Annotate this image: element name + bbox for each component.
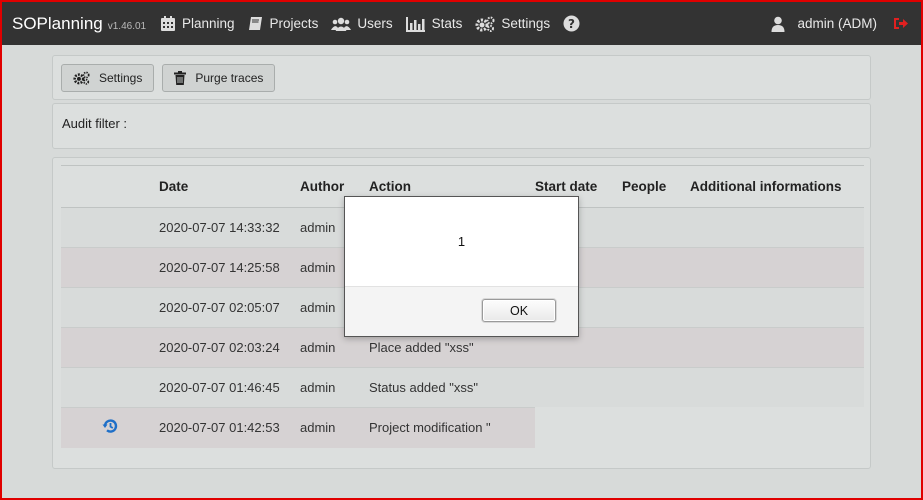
row-icon-cell: [61, 407, 159, 448]
row-date: 2020-07-07 14:33:32: [159, 207, 300, 248]
row-icon-cell: [61, 367, 159, 408]
nav-label-settings: Settings: [501, 16, 551, 31]
table-row: 2020-07-07 01:42:53 admin Project modifi…: [61, 407, 864, 448]
top-navbar: SOPlanning v1.46.01 Planning Projects Us…: [2, 2, 921, 45]
purge-traces-button[interactable]: Purge traces: [162, 63, 276, 92]
row-icon-cell: [61, 207, 159, 248]
row-date: 2020-07-07 01:46:45: [159, 367, 300, 408]
row-date: 2020-07-07 14:25:58: [159, 247, 300, 288]
nav-item-settings[interactable]: Settings: [475, 16, 550, 32]
settings-button[interactable]: Settings: [61, 63, 155, 92]
row-date: 2020-07-07 02:05:07: [159, 287, 300, 328]
col-header-additional-informations[interactable]: Additional informations: [690, 165, 864, 208]
row-author: admin: [300, 367, 369, 408]
user-label: admin (ADM): [797, 16, 877, 31]
row-people: [622, 247, 690, 288]
row-author: admin: [300, 407, 369, 448]
nav-item-planning[interactable]: Planning: [160, 15, 235, 32]
row-start-date: [535, 407, 622, 448]
ok-button[interactable]: OK: [482, 299, 556, 322]
sign-out-icon: [894, 18, 908, 29]
logout-button[interactable]: [893, 16, 909, 31]
book-icon: [248, 16, 262, 30]
table-row: 2020-07-07 01:46:45 admin Status added "…: [61, 367, 864, 408]
row-people: [622, 367, 690, 408]
nav-label-projects: Projects: [269, 16, 319, 31]
row-people: [622, 407, 690, 448]
row-date: 2020-07-07 01:42:53: [159, 407, 300, 448]
nav-label-planning: Planning: [182, 16, 235, 31]
row-additional-info: [690, 407, 864, 448]
row-additional-info: [690, 207, 864, 248]
user-menu-area: admin (ADM): [771, 2, 909, 45]
brand[interactable]: SOPlanning v1.46.01: [2, 14, 160, 34]
trash-icon: [174, 70, 187, 85]
row-action: Status added "xss": [369, 367, 535, 408]
row-start-date: [535, 367, 622, 408]
row-icon-cell: [61, 287, 159, 328]
user-icon: [771, 16, 785, 32]
row-action: Project modification ": [369, 407, 535, 448]
row-icon-cell: [61, 247, 159, 288]
row-people: [622, 207, 690, 248]
nav-label-users: Users: [357, 16, 393, 31]
nav-item-users[interactable]: Users: [331, 16, 393, 32]
question-circle-icon: ?: [563, 15, 580, 32]
audit-filter-panel: Audit filter :: [52, 103, 871, 149]
nav-item-stats[interactable]: Stats: [405, 16, 463, 32]
col-header-date[interactable]: Date: [159, 165, 300, 208]
row-additional-info: [690, 247, 864, 288]
nav-label-stats: Stats: [431, 16, 463, 31]
row-icon-cell: [61, 327, 159, 368]
row-people: [622, 287, 690, 328]
row-people: [622, 327, 690, 368]
alert-dialog: 1 OK: [344, 196, 579, 337]
help-button[interactable]: ?: [563, 15, 586, 32]
brand-name: SOPlanning: [12, 13, 103, 33]
settings-button-label: Settings: [99, 70, 143, 85]
col-header-icon: [61, 165, 159, 208]
col-header-people[interactable]: People: [622, 165, 690, 208]
alert-footer: OK: [345, 286, 578, 336]
users-icon: [331, 17, 352, 31]
calendar-icon: [161, 15, 175, 31]
svg-text:?: ?: [568, 17, 575, 31]
history-icon[interactable]: [102, 418, 118, 434]
toolbar-panel: Settings Purge traces: [52, 55, 871, 100]
nav-item-projects[interactable]: Projects: [248, 16, 319, 32]
purge-traces-button-label: Purge traces: [195, 70, 264, 85]
audit-filter-label: Audit filter :: [62, 116, 128, 131]
brand-version: v1.46.01: [107, 20, 147, 32]
user-menu[interactable]: admin (ADM): [771, 16, 877, 32]
row-additional-info: [690, 327, 864, 368]
gears-icon: [73, 71, 90, 85]
row-additional-info: [690, 287, 864, 328]
gears-icon: [475, 16, 495, 32]
row-additional-info: [690, 367, 864, 408]
row-date: 2020-07-07 02:03:24: [159, 327, 300, 368]
alert-message: 1: [457, 234, 466, 249]
bar-chart-icon: [405, 16, 425, 32]
